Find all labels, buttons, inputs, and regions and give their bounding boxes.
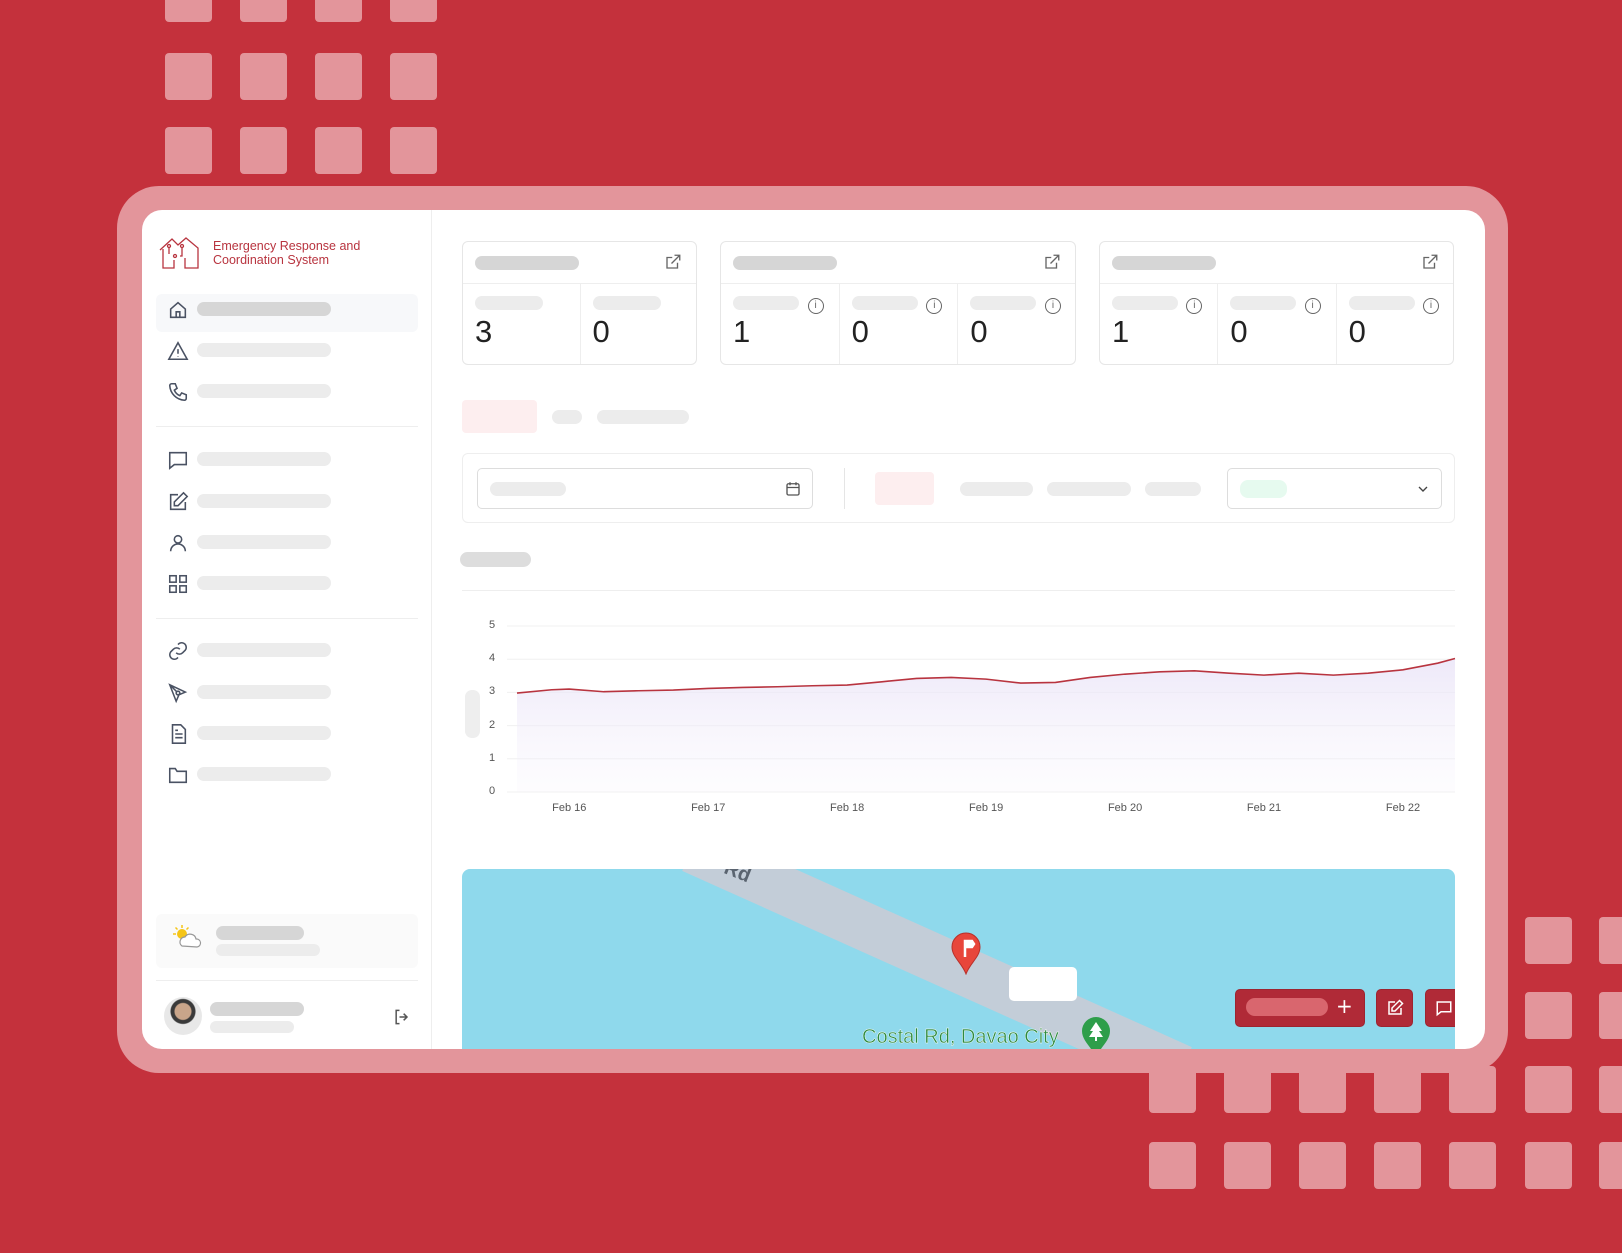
plus-icon: + <box>1336 994 1353 1018</box>
x-tick-label: Feb 19 <box>969 802 1004 814</box>
decorative-square <box>1449 1142 1496 1189</box>
x-tick-label: Feb 22 <box>1385 802 1421 814</box>
decorative-square <box>1599 992 1622 1039</box>
map-tooltip <box>1009 967 1077 1001</box>
park-pin-icon[interactable] <box>1080 1015 1112 1049</box>
message-button[interactable] <box>1425 989 1455 1027</box>
decorative-square <box>390 0 437 22</box>
y-tick-label: 0 <box>489 785 496 797</box>
decorative-square <box>240 53 287 100</box>
decorative-square <box>1374 1142 1421 1189</box>
decorative-square <box>1149 1142 1196 1189</box>
x-tick-label: Feb 21 <box>1246 802 1282 814</box>
y-tick-label: 4 <box>489 652 496 665</box>
y-tick-label: 1 <box>489 751 496 764</box>
place-label: Costal Rd, Davao City <box>862 1026 1059 1048</box>
app-window: Emergency Response and Coordination Syste… <box>142 210 1485 1049</box>
landmark-pin-icon[interactable] <box>950 931 982 975</box>
decorative-square <box>1149 1066 1196 1113</box>
decorative-square <box>240 0 287 22</box>
x-tick-label: Feb 17 <box>691 802 726 814</box>
y-tick-label: 2 <box>489 718 496 731</box>
decorative-square <box>1299 1142 1346 1189</box>
decorative-square <box>1224 1142 1271 1189</box>
decorative-square <box>1525 1142 1572 1189</box>
decorative-square <box>165 53 212 100</box>
decorative-square <box>165 127 212 174</box>
x-tick-label: Feb 20 <box>1107 802 1143 814</box>
decorative-square <box>1599 1142 1622 1189</box>
decorative-square <box>1599 1066 1622 1113</box>
decorative-square <box>1525 1066 1572 1113</box>
y-tick-label: 5 <box>489 619 496 631</box>
x-tick-label: Feb 16 <box>552 802 587 814</box>
decorative-square <box>315 0 362 22</box>
decorative-square <box>1525 992 1572 1039</box>
decorative-square <box>1599 917 1622 964</box>
x-tick-label: Feb 18 <box>830 802 865 814</box>
decorative-square <box>1374 1066 1421 1113</box>
decorative-square <box>1299 1066 1346 1113</box>
decorative-square <box>1449 1066 1496 1113</box>
decorative-square <box>390 127 437 174</box>
add-button-label-placeholder <box>1246 998 1328 1016</box>
decorative-square <box>390 53 437 100</box>
map[interactable]: Rd Costal Rd, Davao City + <box>462 869 1455 1049</box>
decorative-square <box>1525 917 1572 964</box>
decorative-square <box>1224 1066 1271 1113</box>
message-icon <box>1436 1001 1452 1017</box>
decorative-square <box>315 53 362 100</box>
add-button[interactable]: + <box>1235 989 1365 1027</box>
y-tick-label: 3 <box>489 685 496 698</box>
decorative-square <box>240 127 287 174</box>
decorative-square <box>165 0 212 22</box>
edit-icon <box>1388 999 1404 1015</box>
edit-button[interactable] <box>1376 989 1413 1027</box>
decorative-square <box>315 127 362 174</box>
